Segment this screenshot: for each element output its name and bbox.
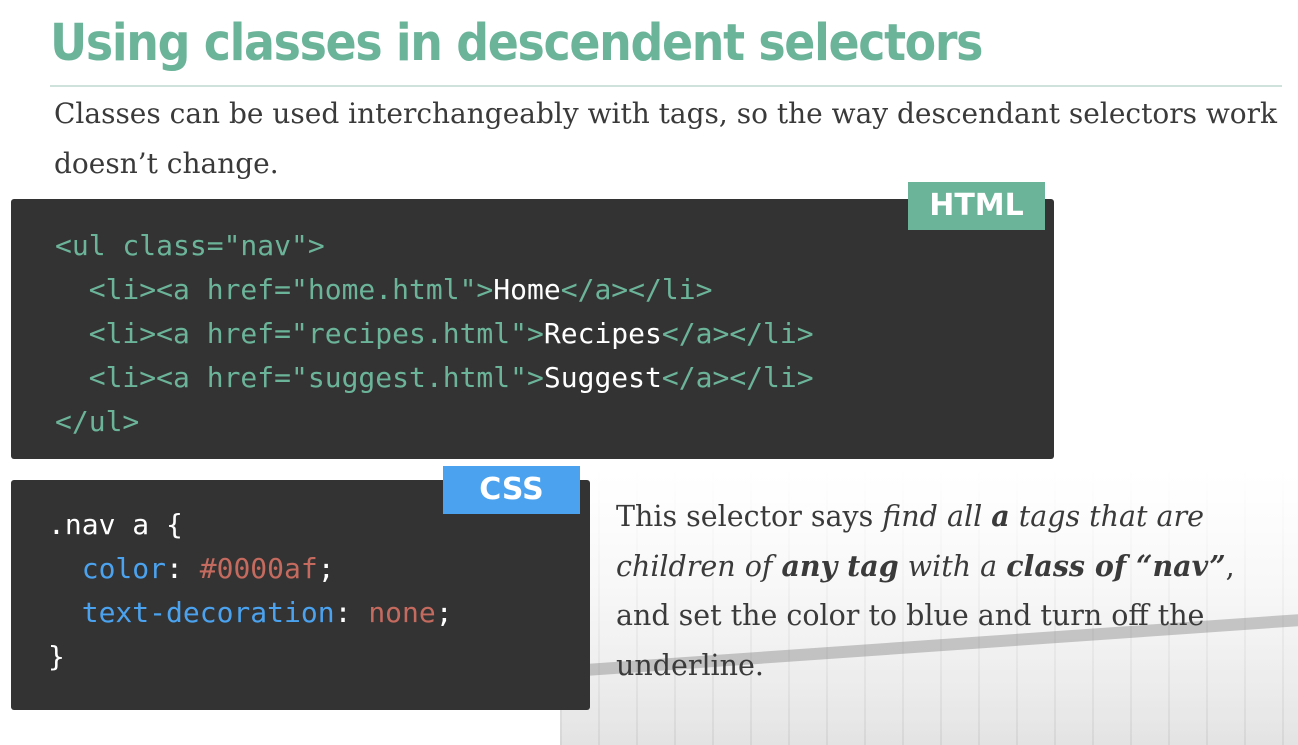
css-badge: CSS bbox=[443, 466, 580, 514]
code-line-home: <li><a href="home.html">Home</a></li> bbox=[55, 273, 713, 306]
css-code-block: .nav a { color: #0000af; text-decoration… bbox=[48, 503, 453, 679]
intro-text: Classes can be used interchangeably with… bbox=[54, 97, 1278, 180]
css-selector-line: .nav a { bbox=[48, 508, 183, 541]
css-decl-color: color: #0000af; bbox=[81, 552, 335, 585]
html-code-block: <ul class="nav"> <li><a href="home.html"… bbox=[55, 224, 814, 444]
html-badge: HTML bbox=[908, 182, 1045, 230]
code-line-suggest: <li><a href="suggest.html">Suggest</a></… bbox=[55, 361, 814, 394]
css-decl-text-decoration: text-decoration: none; bbox=[81, 596, 453, 629]
code-line-ul-open: <ul class="nav"> bbox=[55, 229, 325, 262]
css-close-brace: } bbox=[48, 640, 65, 673]
code-line-ul-close: </ul> bbox=[55, 405, 140, 438]
code-line-recipes: <li><a href="recipes.html">Recipes</a></… bbox=[55, 317, 814, 350]
selector-description: This selector says find all a tags that … bbox=[616, 499, 1235, 682]
title-divider bbox=[50, 85, 1282, 87]
slide-title: Using classes in descendent selectors bbox=[50, 14, 983, 73]
